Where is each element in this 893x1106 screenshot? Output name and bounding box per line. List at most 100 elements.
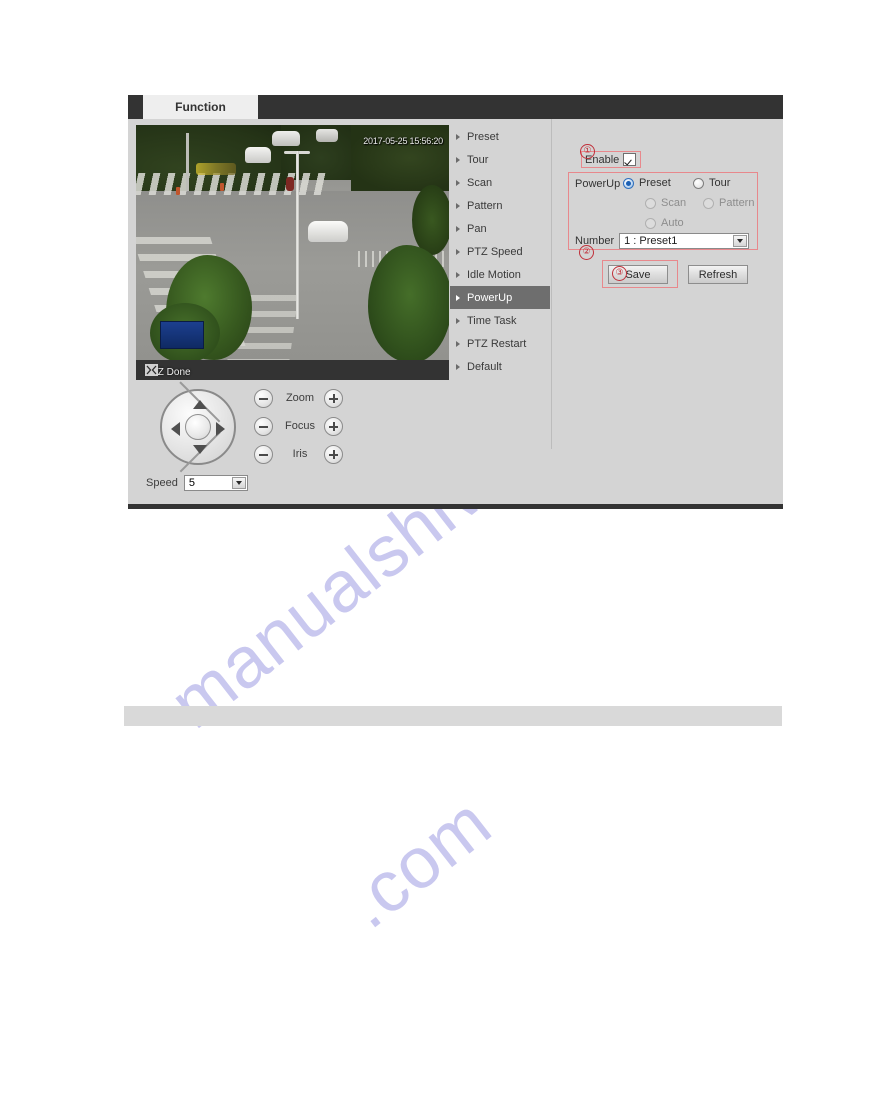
radio-auto[interactable]: Auto (645, 217, 684, 229)
powerup-option-group: PowerUp ② Preset Tour Scan Pattern Auto … (568, 172, 758, 260)
menu-item-preset[interactable]: Preset (450, 125, 550, 148)
radio-dot-icon (645, 217, 656, 229)
scene-cone-1 (176, 187, 180, 195)
number-selected-value: 1 : Preset1 (624, 235, 678, 247)
menu-item-scan[interactable]: Scan (450, 171, 550, 194)
menu-item-idle-motion[interactable]: Idle Motion (450, 263, 550, 286)
chevron-right-icon (456, 202, 460, 209)
scene-pole-2 (186, 133, 189, 191)
chevron-right-icon (456, 133, 460, 140)
minus-icon (259, 453, 268, 456)
iris-label: Iris (292, 448, 308, 460)
menu-item-label: Tour (467, 153, 489, 166)
ptz-function-menu: Preset Tour Scan Pattern Pan PTZ Speed I… (450, 125, 550, 380)
video-preview[interactable]: 2017-05-25 15:56:20 PTZ Done (136, 125, 449, 380)
radio-row-pattern: Pattern (703, 197, 754, 212)
chevron-right-icon (456, 317, 460, 324)
scene-tree-right (368, 245, 449, 360)
radio-scan[interactable]: Scan (645, 197, 686, 209)
scene-car-2 (272, 131, 300, 146)
menu-item-label: Idle Motion (467, 268, 521, 281)
enable-checkbox[interactable] (623, 153, 637, 166)
radio-row-preset: Preset (623, 177, 671, 192)
number-select[interactable]: 1 : Preset1 (619, 233, 750, 249)
arrow-up-icon[interactable] (193, 400, 207, 409)
iris-minus-button[interactable] (254, 445, 273, 464)
radio-row-tour: Tour (693, 177, 730, 192)
page-footer-bar (124, 706, 782, 726)
menu-item-label: PTZ Speed (467, 245, 523, 258)
chevron-right-icon (456, 271, 460, 278)
scene-tree-right-upper (412, 185, 449, 255)
menu-item-ptz-restart[interactable]: PTZ Restart (450, 332, 550, 355)
menu-item-label: Preset (467, 130, 499, 143)
fullscreen-icon[interactable] (145, 364, 158, 376)
radio-label: Auto (661, 217, 684, 229)
minus-icon (259, 397, 268, 400)
scene-car-3 (308, 221, 348, 242)
zoom-plus-button[interactable] (324, 389, 343, 408)
scene-car-4 (316, 129, 338, 142)
menu-item-ptz-speed[interactable]: PTZ Speed (450, 240, 550, 263)
menu-item-pattern[interactable]: Pattern (450, 194, 550, 217)
panel-divider (551, 119, 552, 449)
number-field-row: Number 1 : Preset1 (575, 233, 750, 249)
ptz-function-window: Function 2017-05-25 15:56:20 PTZ Done Pr… (128, 95, 783, 509)
zoom-label: Zoom (285, 392, 315, 404)
ptz-center-button[interactable] (185, 414, 211, 440)
window-body: 2017-05-25 15:56:20 PTZ Done Preset Tour (128, 119, 783, 504)
focus-label: Focus (285, 420, 315, 432)
refresh-button[interactable]: Refresh (688, 265, 748, 284)
scene-rider (286, 177, 294, 191)
menu-item-label: PTZ Restart (467, 337, 527, 350)
radio-label: Scan (661, 197, 687, 209)
focus-plus-button[interactable] (324, 417, 343, 436)
zoom-minus-button[interactable] (254, 389, 273, 408)
tab-function[interactable]: Function (143, 95, 258, 119)
menu-item-label: Pan (467, 222, 487, 235)
menu-item-pan[interactable]: Pan (450, 217, 550, 240)
radio-label: Tour (709, 177, 731, 189)
menu-item-default[interactable]: Default (450, 355, 550, 378)
arrow-left-icon[interactable] (171, 422, 180, 436)
watermark-text-line2: .com (330, 782, 506, 944)
chevron-right-icon (456, 248, 460, 255)
chevron-down-icon[interactable] (231, 477, 246, 489)
number-label: Number (575, 235, 615, 247)
speed-label: Speed (146, 477, 178, 489)
ptz-control-panel: Zoom Focus Iris Speed 5 (136, 381, 376, 497)
radio-label: Preset (639, 177, 671, 189)
annotation-marker-2: ② (579, 245, 594, 260)
video-canvas[interactable] (136, 125, 449, 360)
menu-item-label: Time Task (467, 314, 517, 327)
radio-row-auto: Auto (645, 217, 684, 232)
radio-dot-icon (703, 197, 714, 209)
radio-label: Pattern (719, 197, 755, 209)
menu-item-label: Scan (467, 176, 493, 189)
menu-item-label: PowerUp (467, 291, 513, 304)
radio-preset[interactable]: Preset (623, 177, 671, 189)
chevron-right-icon (456, 363, 460, 370)
radio-tour[interactable]: Tour (693, 177, 730, 189)
powerup-settings-pane: ① Enable PowerUp ② Preset Tour Scan Patt… (568, 119, 783, 449)
radio-pattern[interactable]: Pattern (703, 197, 754, 209)
chevron-down-icon[interactable] (733, 235, 748, 247)
speed-select[interactable]: 5 (183, 475, 248, 491)
arrow-right-icon[interactable] (216, 422, 225, 436)
focus-minus-button[interactable] (254, 417, 273, 436)
iris-plus-button[interactable] (324, 445, 343, 464)
scene-street-lamp (296, 151, 299, 319)
scene-car-1 (245, 147, 271, 163)
powerup-label: PowerUp (575, 178, 621, 190)
annotation-marker-3: ③ (612, 266, 627, 281)
speed-selected-value: 5 (188, 477, 195, 489)
radio-dot-icon (693, 177, 704, 189)
radio-row-scan: Scan (645, 197, 686, 212)
menu-item-label: Default (467, 360, 502, 373)
chevron-right-icon (456, 156, 460, 163)
ptz-direction-pad[interactable] (160, 381, 236, 473)
menu-item-time-task[interactable]: Time Task (450, 309, 550, 332)
menu-item-tour[interactable]: Tour (450, 148, 550, 171)
arrow-down-icon[interactable] (193, 445, 207, 454)
menu-item-powerup[interactable]: PowerUp (450, 286, 550, 309)
